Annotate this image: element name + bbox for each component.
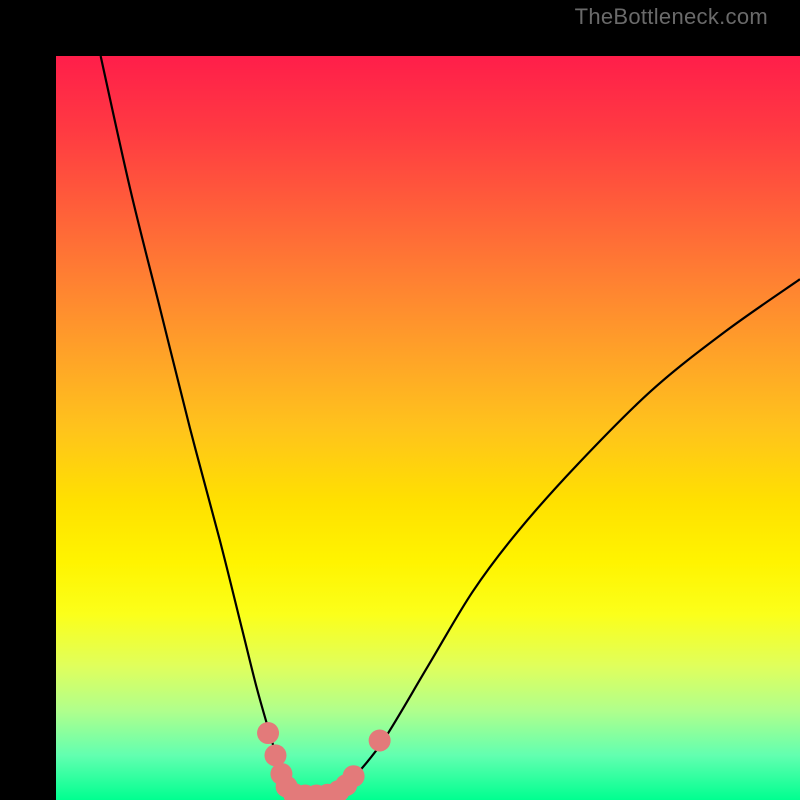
data-marker <box>369 729 391 751</box>
plot-area <box>56 56 800 800</box>
curve-markers <box>257 722 391 800</box>
watermark: TheBottleneck.com <box>575 4 768 30</box>
data-marker <box>343 765 365 787</box>
data-marker <box>257 722 279 744</box>
bottleneck-curve <box>101 56 800 797</box>
chart-svg <box>56 56 800 800</box>
chart-frame <box>0 0 800 800</box>
data-marker <box>264 744 286 766</box>
